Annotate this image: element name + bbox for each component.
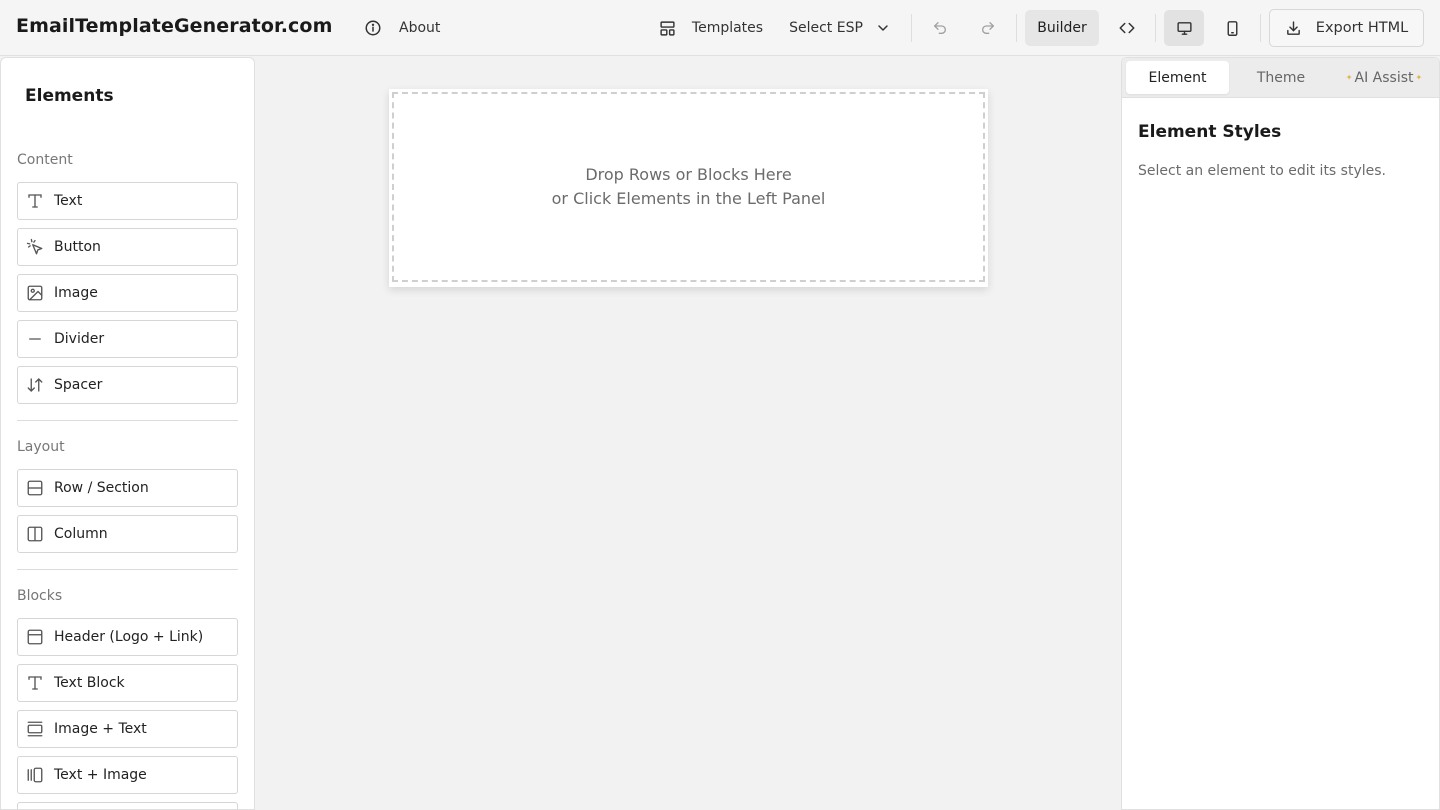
row-icon [26,479,44,497]
text-image-icon [26,766,44,784]
sparkle-icon: ✦ [1415,73,1423,82]
export-label: Export HTML [1315,20,1409,36]
minus-icon [26,330,44,348]
block-image-text[interactable]: Image + Text [17,710,238,748]
redo-icon [980,20,996,36]
block-text-image[interactable]: Text + Image [17,756,238,794]
mobile-preview-button[interactable] [1212,10,1252,46]
element-label: Spacer [54,377,103,393]
element-label: Header (Logo + Link) [54,629,204,645]
element-label: Button [54,239,101,255]
element-label: Text [54,193,83,209]
drop-hint-line-1: Drop Rows or Blocks Here [585,165,792,184]
blocks-section-label: Blocks [17,588,63,604]
templates-icon [659,20,676,37]
builder-view-button[interactable]: Builder [1025,10,1099,46]
tab-element[interactable]: Element [1126,61,1229,94]
chevron-down-icon [875,20,891,36]
toolbar-divider [1155,14,1156,42]
select-esp-dropdown[interactable]: Select ESP [780,10,900,46]
text-icon [26,192,44,210]
select-esp-label: Select ESP [789,20,863,36]
drop-hint-line-2: or Click Elements in the Left Panel [551,189,826,208]
layout-section-label: Layout [17,439,65,455]
image-text-icon [26,720,44,738]
smartphone-icon [1224,20,1241,37]
top-bar: EmailTemplateGenerator.com About Templat… [0,0,1440,56]
monitor-icon [1176,20,1193,37]
element-label: Image [54,285,98,301]
toolbar-divider [1016,14,1017,42]
image-icon [26,284,44,302]
about-label: About [399,20,441,36]
export-html-button[interactable]: Export HTML [1269,9,1424,47]
block-header-logo-link[interactable]: Header (Logo + Link) [17,618,238,656]
code-icon [1118,19,1136,37]
text-icon [26,674,44,692]
properties-tabs: Element Theme ✦ AI Assist ✦ [1122,58,1439,98]
block-next-partial[interactable] [17,802,238,809]
element-label: Text Block [54,675,125,691]
element-row-section[interactable]: Row / Section [17,469,238,507]
element-label: Column [54,526,108,542]
info-icon [364,19,382,37]
block-text-block[interactable]: Text Block [17,664,238,702]
section-divider [17,569,238,570]
brand-logo[interactable]: EmailTemplateGenerator.com [16,15,332,37]
element-column[interactable]: Column [17,515,238,553]
element-label: Row / Section [54,480,149,496]
element-styles-hint: Select an element to edit its styles. [1138,163,1386,179]
element-label: Image + Text [54,721,147,737]
templates-button[interactable]: Templates [648,10,772,46]
code-view-button[interactable] [1108,10,1146,46]
toolbar-divider [1260,14,1261,42]
undo-icon [932,20,948,36]
section-divider [17,420,238,421]
download-icon [1285,20,1302,37]
element-button[interactable]: Button [17,228,238,266]
undo-button[interactable] [922,10,958,46]
element-image[interactable]: Image [17,274,238,312]
redo-button[interactable] [970,10,1006,46]
column-icon [26,525,44,543]
templates-label: Templates [691,20,764,36]
desktop-preview-button[interactable] [1164,10,1204,46]
pointer-click-icon [26,238,44,256]
header-layout-icon [26,628,44,646]
properties-panel: Element Theme ✦ AI Assist ✦ Element Styl… [1121,57,1440,810]
element-label: Text + Image [54,767,147,783]
element-label: Divider [54,331,105,347]
element-divider[interactable]: Divider [17,320,238,358]
element-styles-title: Element Styles [1138,122,1282,142]
email-canvas-drop-zone[interactable]: Drop Rows or Blocks Here or Click Elemen… [389,89,988,287]
element-text[interactable]: Text [17,182,238,220]
drop-zone-placeholder: Drop Rows or Blocks Here or Click Elemen… [392,92,985,282]
about-link[interactable]: About [364,14,440,42]
toolbar-divider [911,14,912,42]
sparkle-icon: ✦ [1345,73,1353,82]
arrows-vertical-icon [26,376,44,394]
elements-panel-title: Elements [25,86,114,106]
element-spacer[interactable]: Spacer [17,366,238,404]
tab-ai-assist[interactable]: ✦ AI Assist ✦ [1334,61,1434,94]
content-section-label: Content [17,152,73,168]
tab-ai-assist-label: AI Assist [1354,69,1414,86]
tab-theme[interactable]: Theme [1232,61,1330,94]
elements-panel: Elements Content Text Button Image Divid… [0,57,255,810]
